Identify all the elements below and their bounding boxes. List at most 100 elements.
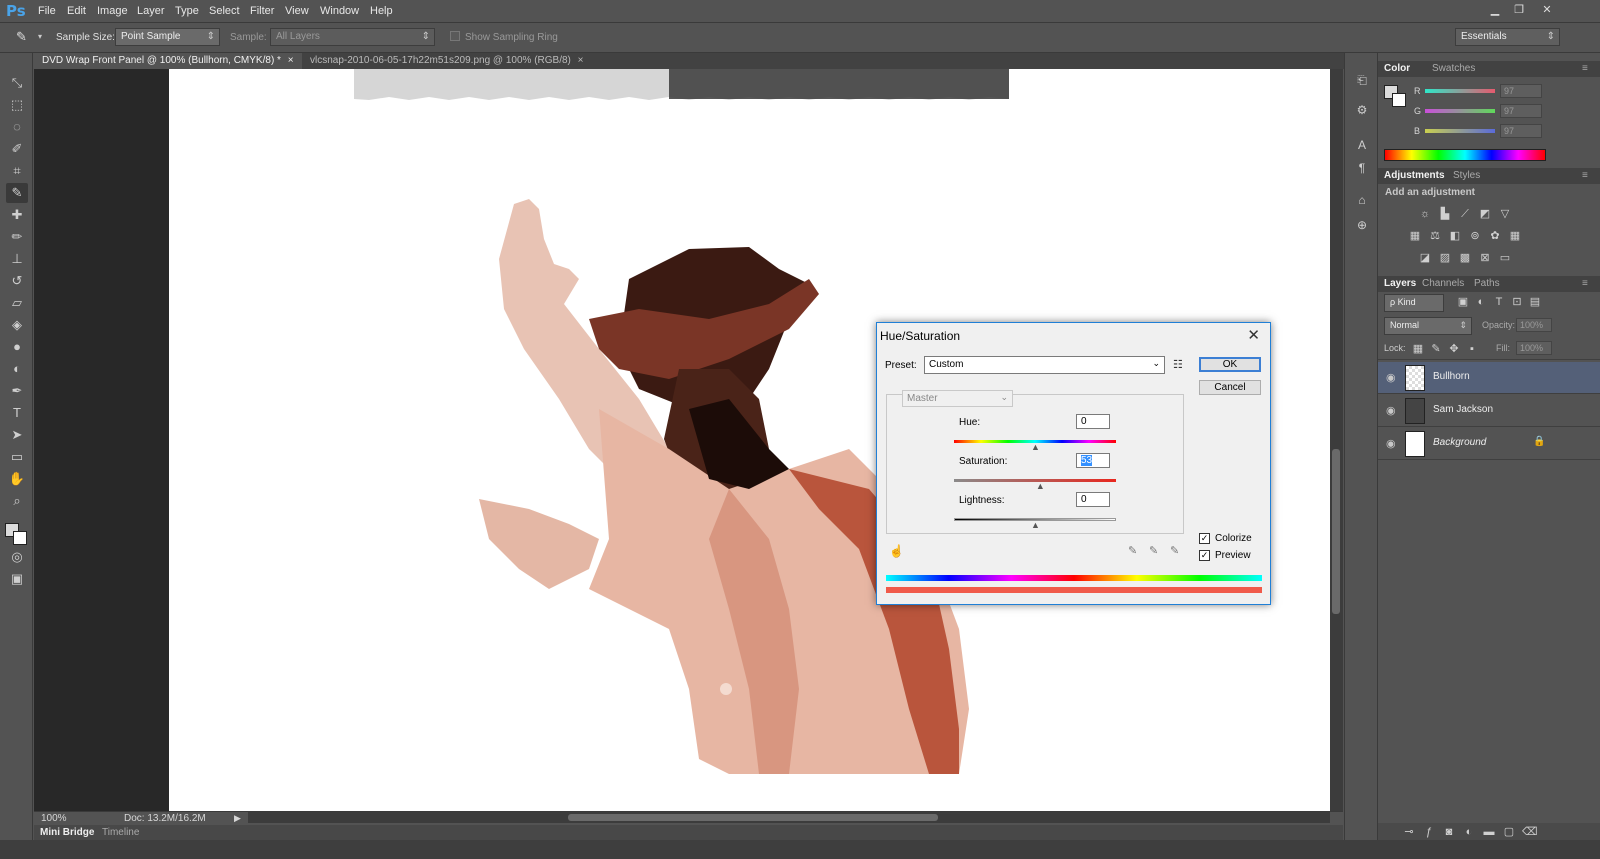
- sample-size-select[interactable]: Point Sample ⇕: [115, 28, 220, 46]
- tab-channels[interactable]: Channels: [1422, 278, 1464, 289]
- preset-options-icon[interactable]: ☷: [1173, 358, 1183, 371]
- hue-input[interactable]: 0: [1076, 414, 1110, 429]
- close-tab-icon[interactable]: ×: [578, 55, 584, 66]
- paint-bucket-tool-icon[interactable]: ◈: [6, 315, 28, 335]
- filter-adjustment-icon[interactable]: ◐: [1474, 296, 1488, 308]
- eyedropper-icon[interactable]: ✎: [16, 29, 27, 45]
- background-color-swatch[interactable]: [13, 531, 27, 545]
- vertical-scroll-thumb[interactable]: [1332, 449, 1340, 614]
- preset-select[interactable]: Custom ⌄: [924, 356, 1165, 374]
- tab-color[interactable]: Color: [1384, 63, 1410, 74]
- channel-mixer-icon[interactable]: ✿: [1488, 230, 1502, 242]
- tab-swatches[interactable]: Swatches: [1432, 63, 1475, 74]
- crop-tool-icon[interactable]: ⌗: [6, 161, 28, 181]
- document-tab-vlcsnap[interactable]: vlcsnap-2010-06-05-17h22m51s209.png @ 10…: [302, 53, 592, 69]
- menu-image[interactable]: Image: [97, 5, 128, 17]
- pen-tool-icon[interactable]: ✒: [6, 381, 28, 401]
- filter-shape-icon[interactable]: ⊡: [1510, 296, 1524, 308]
- brush-tool-icon[interactable]: ✏: [6, 227, 28, 247]
- hand-tool-icon[interactable]: ✋: [6, 469, 28, 489]
- brightness-contrast-icon[interactable]: ☼: [1418, 208, 1432, 220]
- zoom-tool-icon[interactable]: ⌕: [6, 491, 28, 511]
- gradient-map-icon[interactable]: ▭: [1498, 252, 1512, 264]
- layer-style-icon[interactable]: ƒ: [1422, 826, 1436, 838]
- channel-r-slider[interactable]: [1425, 89, 1495, 93]
- lightness-slider-thumb[interactable]: ▲: [1031, 520, 1040, 530]
- layer-row-bullhorn[interactable]: ◉ Bullhorn: [1378, 362, 1600, 394]
- history-panel-icon[interactable]: ⎗: [1352, 73, 1372, 91]
- exposure-icon[interactable]: ◩: [1478, 208, 1492, 220]
- lock-transparent-icon[interactable]: ▦: [1411, 343, 1425, 355]
- eye-icon[interactable]: ◉: [1386, 437, 1396, 450]
- saturation-slider-thumb[interactable]: ▲: [1036, 481, 1045, 491]
- clone-stamp-tool-icon[interactable]: ⊥: [6, 249, 28, 269]
- selective-color-icon[interactable]: ⊠: [1478, 252, 1492, 264]
- eyedropper-plus-icon[interactable]: ✎: [1149, 544, 1158, 557]
- color-bg-swatch[interactable]: [1392, 93, 1406, 107]
- horizontal-scroll-thumb[interactable]: [568, 814, 938, 821]
- panel-menu-icon[interactable]: ≡: [1582, 278, 1588, 289]
- channel-r-value[interactable]: 97: [1500, 84, 1542, 98]
- curves-icon[interactable]: ⟋: [1458, 208, 1472, 220]
- tab-layers[interactable]: Layers: [1384, 278, 1416, 289]
- zoom-level[interactable]: 100%: [41, 813, 67, 824]
- close-tab-icon[interactable]: ×: [288, 55, 294, 66]
- menu-layer[interactable]: Layer: [137, 5, 165, 17]
- menu-file[interactable]: File: [38, 5, 56, 17]
- filter-smart-object-icon[interactable]: ▤: [1528, 296, 1542, 308]
- channel-g-value[interactable]: 97: [1500, 104, 1542, 118]
- channel-select[interactable]: Master ⌄: [902, 390, 1013, 407]
- hand-adjust-icon[interactable]: ☝: [889, 544, 904, 558]
- threshold-icon[interactable]: ▩: [1458, 252, 1472, 264]
- vertical-scrollbar[interactable]: [1330, 69, 1343, 811]
- color-lookup-icon[interactable]: ▦: [1508, 230, 1522, 242]
- saturation-input[interactable]: 53: [1076, 453, 1110, 468]
- menu-window[interactable]: Window: [320, 5, 359, 17]
- paragraph-panel-icon[interactable]: ¶: [1352, 161, 1372, 179]
- move-tool-icon[interactable]: ⤡: [6, 73, 28, 93]
- lasso-tool-icon[interactable]: ◌: [6, 117, 28, 137]
- eraser-tool-icon[interactable]: ▱: [6, 293, 28, 313]
- character-panel-icon[interactable]: A: [1352, 138, 1372, 156]
- add-mask-icon[interactable]: ◙: [1442, 826, 1456, 838]
- lock-all-icon[interactable]: ▪: [1465, 343, 1479, 355]
- rectangle-tool-icon[interactable]: ▭: [6, 447, 28, 467]
- restore-button[interactable]: ❐: [1508, 2, 1530, 18]
- show-sampling-ring-checkbox[interactable]: [450, 31, 460, 41]
- panel-menu-icon[interactable]: ≡: [1582, 170, 1588, 181]
- delete-layer-icon[interactable]: ⌫: [1522, 826, 1538, 838]
- channel-g-slider[interactable]: [1425, 109, 1495, 113]
- quick-mask-icon[interactable]: ◎: [6, 547, 28, 567]
- filter-type-icon[interactable]: T: [1492, 296, 1506, 308]
- posterize-icon[interactable]: ▨: [1438, 252, 1452, 264]
- brush-panel-icon[interactable]: ⌂: [1352, 193, 1372, 211]
- close-window-button[interactable]: ✕: [1536, 2, 1558, 18]
- channel-b-value[interactable]: 97: [1500, 124, 1542, 138]
- horizontal-scrollbar[interactable]: [248, 812, 1330, 823]
- blur-tool-icon[interactable]: ●: [6, 337, 28, 357]
- document-tab-dvd-wrap[interactable]: DVD Wrap Front Panel @ 100% (Bullhorn, C…: [34, 53, 302, 69]
- eye-icon[interactable]: ◉: [1386, 404, 1396, 417]
- status-menu-arrow-icon[interactable]: ▶: [234, 813, 241, 824]
- photo-filter-icon[interactable]: ⊚: [1468, 230, 1482, 242]
- new-group-icon[interactable]: ▬: [1482, 826, 1496, 838]
- tab-styles[interactable]: Styles: [1453, 170, 1480, 181]
- tab-paths[interactable]: Paths: [1474, 278, 1500, 289]
- fill-value[interactable]: 100%: [1516, 341, 1552, 355]
- screen-mode-icon[interactable]: ▣: [6, 569, 28, 589]
- color-spectrum-ramp[interactable]: [1384, 149, 1546, 161]
- sample-select[interactable]: All Layers ⇕: [270, 28, 435, 46]
- menu-type[interactable]: Type: [175, 5, 199, 17]
- link-layers-icon[interactable]: ⊸: [1402, 826, 1416, 838]
- tab-timeline[interactable]: Timeline: [102, 827, 139, 838]
- opacity-value[interactable]: 100%: [1516, 318, 1552, 332]
- colorize-checkbox[interactable]: ✓: [1199, 533, 1210, 544]
- menu-select[interactable]: Select: [209, 5, 240, 17]
- tab-mini-bridge[interactable]: Mini Bridge: [40, 827, 94, 838]
- properties-panel-icon[interactable]: ⚙: [1352, 103, 1372, 121]
- ok-button[interactable]: OK: [1199, 357, 1261, 372]
- tab-adjustments[interactable]: Adjustments: [1384, 170, 1445, 181]
- dodge-tool-icon[interactable]: ◐: [6, 359, 28, 379]
- path-selection-tool-icon[interactable]: ➤: [6, 425, 28, 445]
- new-adjustment-layer-icon[interactable]: ◐: [1462, 826, 1476, 838]
